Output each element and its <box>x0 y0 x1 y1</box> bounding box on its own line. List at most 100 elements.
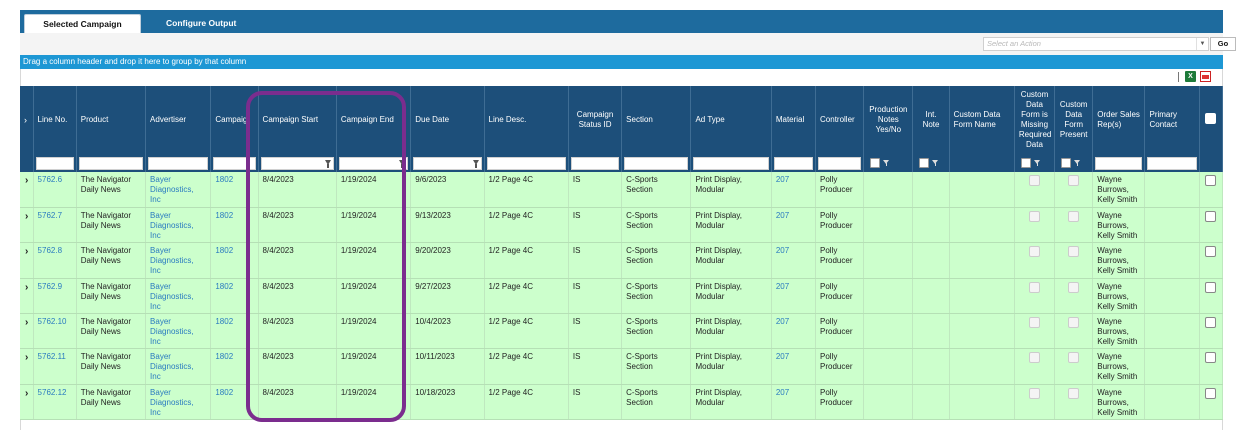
table-row[interactable]: › 5762.11 The Navigator Daily News Bayer Di… <box>20 348 1224 385</box>
column-header-production-notes[interactable]: Production Notes Yes/No <box>863 86 914 154</box>
column-header-int-note[interactable]: Int. Note <box>912 86 950 154</box>
filter-checkbox[interactable] <box>870 158 881 168</box>
material-link[interactable]: 207 <box>776 246 789 255</box>
campaign-link[interactable]: 1802 <box>215 246 233 255</box>
filter-input-product[interactable] <box>78 156 144 170</box>
campaign-link[interactable]: 1802 <box>215 317 233 326</box>
table-row[interactable]: › 5762.10 The Navigator Daily News Bayer Di… <box>20 313 1224 350</box>
filter-input-controller[interactable] <box>818 156 862 170</box>
campaign-link[interactable]: 1802 <box>215 388 233 397</box>
filter-input-primary-contact[interactable] <box>1147 156 1197 170</box>
tab-selected-campaign-lines[interactable]: Selected Campaign Lines <box>24 14 141 48</box>
campaign-link[interactable]: 1802 <box>215 352 233 361</box>
filter-input-status[interactable] <box>570 156 620 170</box>
filter-icon[interactable] <box>1074 159 1081 167</box>
filter-input-campaign-end[interactable] <box>338 156 409 170</box>
filter-icon[interactable] <box>324 159 331 168</box>
excel-export-icon[interactable]: X <box>1185 71 1196 82</box>
filter-input-line-desc[interactable] <box>486 156 566 170</box>
filter-input-order-sales-reps[interactable] <box>1095 156 1143 170</box>
table-row[interactable]: › 5762.9 The Navigator Daily News Bayer Dia… <box>20 278 1224 315</box>
column-header-campaign-start[interactable]: Campaign Start <box>258 86 337 154</box>
select-all-checkbox[interactable] <box>1205 113 1217 124</box>
filter-input-material[interactable] <box>773 156 814 170</box>
action-select[interactable]: Select an Action ▼ <box>983 37 1209 51</box>
row-select-checkbox[interactable] <box>1205 175 1217 186</box>
column-header-controller[interactable]: Controller <box>815 86 865 154</box>
column-header-cdf-present[interactable]: Custom Data Form Present <box>1054 86 1094 154</box>
filter-input-line-no[interactable] <box>35 156 74 170</box>
filter-icon[interactable] <box>1033 159 1041 167</box>
chevron-right-icon[interactable]: › <box>25 388 28 399</box>
filter-icon[interactable] <box>399 159 406 168</box>
chevron-right-icon[interactable]: › <box>25 352 28 363</box>
column-header-campaign-status-id[interactable]: Campaign Status ID <box>568 86 623 154</box>
filter-input-advertiser[interactable] <box>148 156 209 170</box>
campaign-link[interactable]: 1802 <box>215 175 233 184</box>
chevron-right-icon[interactable]: › <box>24 115 27 125</box>
chevron-right-icon[interactable]: › <box>25 317 28 328</box>
column-header-ad-type[interactable]: Ad Type <box>690 86 772 154</box>
group-by-drop-zone[interactable]: Drag a column header and drop it here to… <box>20 55 1223 69</box>
filter-icon[interactable] <box>472 159 479 168</box>
table-row[interactable]: › 5762.12 The Navigator Daily News Bayer Di… <box>20 384 1224 421</box>
line-no-link[interactable]: 5762.12 <box>38 388 67 397</box>
chevron-right-icon[interactable]: › <box>25 175 28 186</box>
filter-input-campaign[interactable] <box>213 156 256 170</box>
filter-icon[interactable] <box>883 159 890 167</box>
material-link[interactable]: 207 <box>776 175 789 184</box>
advertiser-link[interactable]: Bayer Diagnostics, Inc <box>150 388 194 417</box>
filter-input-section[interactable] <box>624 156 689 170</box>
line-no-link[interactable]: 5762.9 <box>38 282 62 291</box>
advertiser-link[interactable]: Bayer Diagnostics, Inc <box>150 317 194 346</box>
row-select-checkbox[interactable] <box>1205 246 1217 258</box>
table-row[interactable]: › 5762.7 The Navigator Daily News Bayer Dia… <box>20 207 1224 244</box>
column-header-section[interactable]: Section <box>621 86 692 154</box>
campaign-link[interactable]: 1802 <box>215 282 233 291</box>
line-no-link[interactable]: 5762.10 <box>38 317 67 326</box>
filter-checkbox[interactable] <box>1061 158 1072 168</box>
row-select-checkbox[interactable] <box>1205 387 1217 399</box>
filter-input-ad-type[interactable] <box>693 156 769 170</box>
chevron-right-icon[interactable]: › <box>25 246 28 257</box>
table-row[interactable]: › 5762.8 The Navigator Daily News Bayer Dia… <box>20 242 1224 279</box>
column-header-campaign-end[interactable]: Campaign End <box>336 86 412 154</box>
filter-icon[interactable] <box>932 159 939 167</box>
column-header-material[interactable]: Material <box>771 86 817 154</box>
column-header-custom-data-form-name[interactable]: Custom Data Form Name <box>949 86 1015 154</box>
advertiser-link[interactable]: Bayer Diagnostics, Inc <box>150 175 194 204</box>
column-header-advertiser[interactable]: Advertiser <box>145 86 212 154</box>
row-select-checkbox[interactable] <box>1205 352 1217 364</box>
pdf-export-icon[interactable] <box>1200 71 1211 82</box>
chevron-right-icon[interactable]: › <box>25 282 28 293</box>
advertiser-link[interactable]: Bayer Diagnostics, Inc <box>150 211 194 240</box>
table-row[interactable]: › 5762.6 The Navigator Daily News Bayer Dia… <box>20 172 1224 208</box>
material-link[interactable]: 207 <box>776 211 789 220</box>
go-button[interactable]: Go <box>1210 37 1236 51</box>
filter-input-campaign-start[interactable] <box>260 156 334 170</box>
dropdown-caret-icon[interactable]: ▼ <box>1196 38 1208 50</box>
column-header-campaign[interactable]: Campaig <box>210 86 259 154</box>
tab-configure-output[interactable]: Configure Output <box>158 14 244 33</box>
column-header-order-sales-reps[interactable]: Order Sales Rep(s) <box>1092 86 1146 154</box>
filter-checkbox[interactable] <box>919 158 930 168</box>
material-link[interactable]: 207 <box>776 352 789 361</box>
column-header-primary-contact[interactable]: Primary Contact <box>1144 86 1200 154</box>
row-select-checkbox[interactable] <box>1205 210 1217 222</box>
material-link[interactable]: 207 <box>776 388 789 397</box>
line-no-link[interactable]: 5762.7 <box>38 211 62 220</box>
filter-checkbox[interactable] <box>1020 158 1031 168</box>
advertiser-link[interactable]: Bayer Diagnostics, Inc <box>150 282 194 311</box>
campaign-link[interactable]: 1802 <box>215 211 233 220</box>
material-link[interactable]: 207 <box>776 317 789 326</box>
filter-input-due-date[interactable] <box>413 156 482 170</box>
column-header-cdf-missing-required[interactable]: Custom Data Form is Missing Required Dat… <box>1014 86 1056 154</box>
row-select-checkbox[interactable] <box>1205 281 1217 293</box>
chevron-right-icon[interactable]: › <box>25 211 28 222</box>
advertiser-link[interactable]: Bayer Diagnostics, Inc <box>150 352 194 381</box>
column-header-due-date[interactable]: Due Date <box>410 86 485 154</box>
column-header-product[interactable]: Product <box>76 86 147 154</box>
column-header-line-desc[interactable]: Line Desc. <box>484 86 569 154</box>
advertiser-link[interactable]: Bayer Diagnostics, Inc <box>150 246 194 275</box>
column-header-line-no[interactable]: Line No. <box>33 86 77 154</box>
